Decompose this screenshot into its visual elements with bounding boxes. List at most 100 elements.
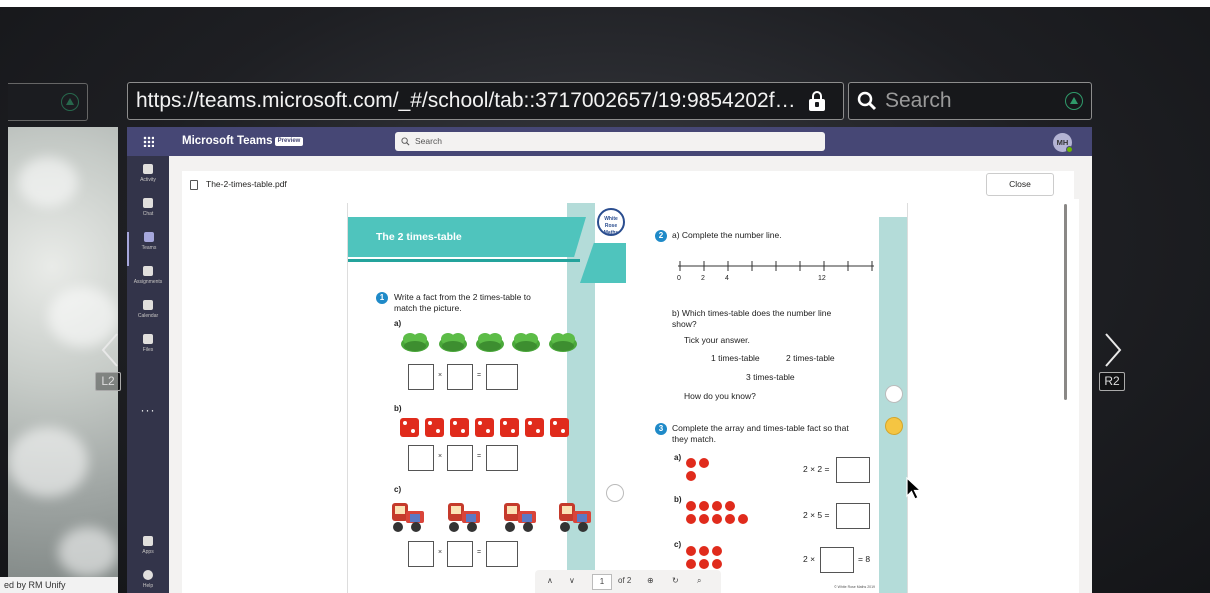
dice-image — [450, 418, 469, 437]
array-dot — [725, 501, 735, 511]
array-dot — [699, 559, 709, 569]
question-number: 1 — [376, 292, 388, 304]
address-bar[interactable]: https://teams.microsoft.com/_#/school/ta… — [127, 82, 844, 120]
rail-item-calendar[interactable]: Calendar — [127, 300, 169, 334]
browser-search-placeholder: Search — [885, 89, 952, 112]
answer-box[interactable] — [447, 364, 473, 390]
number-line — [678, 261, 874, 271]
times-sign: × — [438, 549, 443, 556]
answer-box[interactable] — [408, 445, 434, 471]
array-dot — [699, 546, 709, 556]
rm-unify-footer: ed by RM Unify — [0, 577, 118, 593]
pen-icon[interactable] — [885, 417, 903, 435]
worksheet-title: The 2 times-table — [376, 231, 462, 243]
answer-box[interactable] — [836, 457, 870, 483]
rail-label: Apps — [142, 549, 154, 555]
files-icon — [143, 334, 153, 344]
q3-b-label: b) — [674, 495, 682, 504]
rail-item-teams[interactable]: Teams — [127, 232, 169, 266]
equals-sign: = — [477, 549, 482, 556]
comment-bubble-icon[interactable] — [606, 484, 624, 502]
train-image — [448, 503, 480, 532]
file-name: The-2-times-table.pdf — [206, 179, 287, 189]
teams-search-input[interactable]: Search — [395, 132, 825, 151]
preview-badge: Preview — [275, 137, 303, 146]
next-page-arrow-icon[interactable] — [1100, 330, 1126, 370]
array-dot — [686, 514, 696, 524]
times-sign: × — [438, 372, 443, 379]
array-dot — [686, 559, 696, 569]
app-launcher-icon[interactable] — [143, 136, 154, 147]
answer-box[interactable] — [447, 445, 473, 471]
close-button[interactable]: Close — [986, 173, 1054, 196]
apps-icon — [143, 536, 153, 546]
answer-box[interactable] — [836, 503, 870, 529]
dice-image — [400, 418, 419, 437]
more-apps-button[interactable]: ··· — [127, 403, 169, 417]
q1-b-label: b) — [394, 404, 402, 413]
status-dot — [1066, 146, 1073, 153]
calendar-icon — [143, 300, 153, 310]
array-dot — [686, 458, 696, 468]
scrollbar[interactable] — [1064, 204, 1067, 400]
array-dot — [686, 546, 696, 556]
rail-item-assignments[interactable]: Assignments — [127, 266, 169, 300]
rotate-icon[interactable]: ↻ — [672, 576, 679, 585]
array-dot — [699, 514, 709, 524]
search-document-icon[interactable]: ⌕ — [697, 576, 701, 586]
rail-label: Teams — [141, 245, 157, 251]
dice-image — [475, 418, 494, 437]
r2-badge: R2 — [1099, 372, 1125, 391]
q1-text: Write a fact from the 2 times-table to m… — [394, 292, 531, 313]
q3-a-fact: 2 × 2 = — [803, 464, 830, 474]
dice-image — [550, 418, 569, 437]
answer-box[interactable] — [447, 541, 473, 567]
teams-header: Microsoft Teams Preview Search MH — [127, 127, 1092, 156]
q2-tick-text: Tick your answer. — [684, 335, 750, 345]
answer-box[interactable] — [408, 541, 434, 567]
browser-search-box[interactable]: Search — [848, 82, 1092, 120]
rail-item-help[interactable]: Help — [127, 570, 169, 593]
q3-c-label: c) — [674, 540, 682, 549]
pdf-page-left: The 2 times-table White Rose Maths 1 Wri… — [347, 203, 626, 593]
previous-page-arrow-icon[interactable] — [97, 330, 123, 370]
avatar[interactable]: MH — [1053, 133, 1073, 153]
banner-line — [348, 259, 580, 262]
q1-a-label: a) — [394, 319, 402, 328]
answer-box[interactable] — [486, 364, 518, 390]
rail-item-chat[interactable]: Chat — [127, 198, 169, 232]
question-number: 3 — [655, 423, 667, 435]
option-3-times-table[interactable]: 3 times-table — [746, 372, 795, 383]
rail-item-apps[interactable]: Apps — [127, 536, 169, 570]
array-dot — [725, 514, 735, 524]
array-dot — [712, 501, 722, 511]
bush-image — [476, 333, 504, 352]
l2-badge: L2 — [95, 372, 121, 391]
left-url-bar[interactable] — [8, 83, 88, 121]
rail-label: Calendar — [137, 313, 159, 319]
url-text: https://teams.microsoft.com/_#/school/ta… — [136, 89, 796, 112]
option-1-times-table[interactable]: 1 times-table — [711, 353, 760, 364]
bell-icon — [143, 164, 153, 174]
rail-item-files[interactable]: Files — [127, 334, 169, 368]
comment-bubble-icon[interactable] — [885, 385, 903, 403]
teams-search-placeholder: Search — [415, 136, 442, 146]
train-image — [559, 503, 591, 532]
chevron-down-icon[interactable]: ∨ — [569, 576, 575, 585]
option-2-times-table[interactable]: 2 times-table — [786, 353, 835, 364]
answer-box[interactable] — [408, 364, 434, 390]
zoom-in-icon[interactable]: ⊕ — [647, 576, 654, 585]
app-rail: Activity Chat Teams Assignments Calendar… — [127, 156, 169, 593]
answer-box[interactable] — [820, 547, 854, 573]
chevron-up-icon[interactable]: ∧ — [547, 576, 553, 585]
page-number-input[interactable]: 1 — [592, 574, 612, 590]
q2-how-text: How do you know? — [684, 391, 756, 401]
number-line-label: 2 — [701, 275, 705, 282]
q3-text: Complete the array and times-table fact … — [672, 423, 849, 444]
train-image — [392, 503, 424, 532]
triangle-icon[interactable] — [1065, 92, 1083, 110]
answer-box[interactable] — [486, 445, 518, 471]
rail-item-activity[interactable]: Activity — [127, 164, 169, 198]
array-dot — [712, 514, 722, 524]
answer-box[interactable] — [486, 541, 518, 567]
